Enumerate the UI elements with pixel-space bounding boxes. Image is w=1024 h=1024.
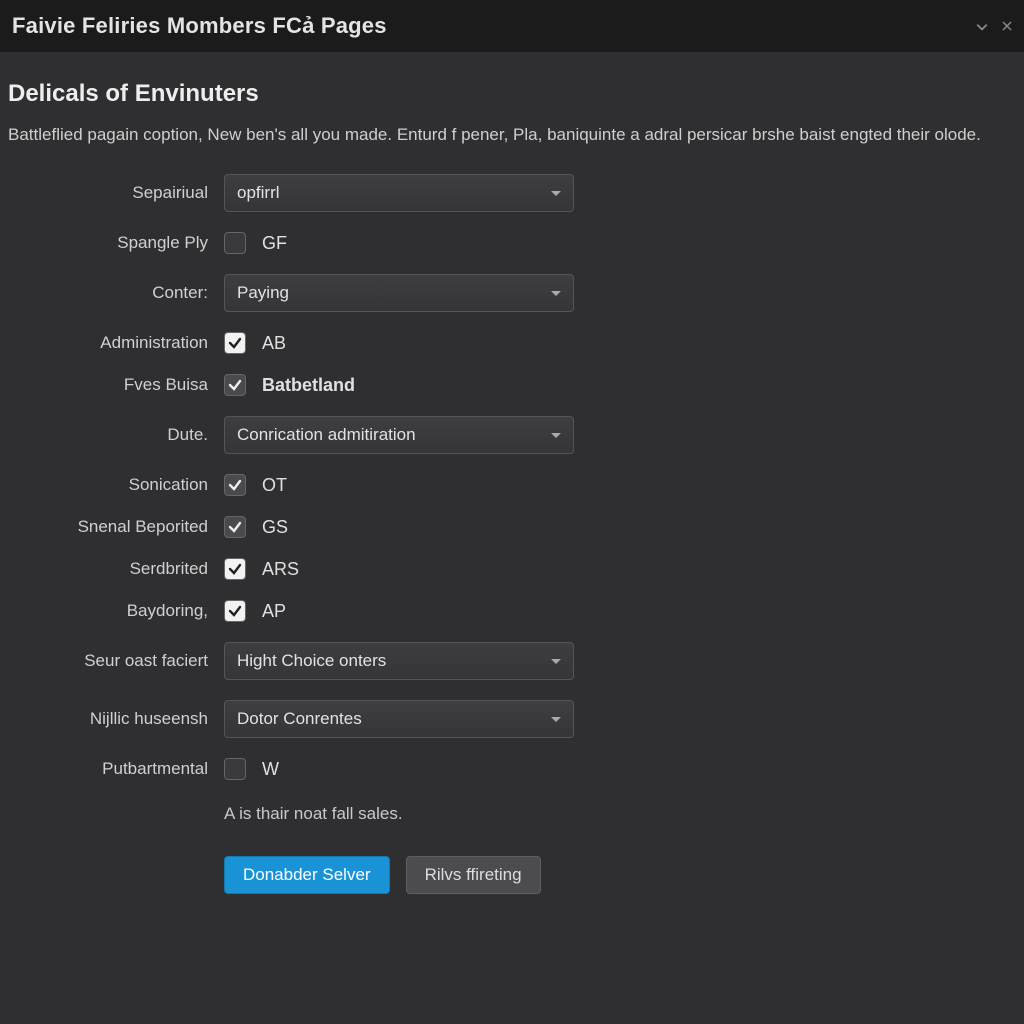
label-sonication: Sonication <box>0 475 210 495</box>
primary-button[interactable]: Donabder Selver <box>224 856 390 894</box>
label-sepairiual: Sepairiual <box>0 183 210 203</box>
select-dute[interactable]: Conrication admitiration <box>224 416 574 454</box>
titlebar: Faivie Feliries Mombers FCả Pages <box>0 0 1024 52</box>
select-nijllic-value: Dotor Conrentes <box>237 709 362 729</box>
select-conter[interactable]: Paying <box>224 274 574 312</box>
code-spangle-ply: GF <box>262 233 287 254</box>
close-icon[interactable] <box>1002 18 1012 34</box>
window-title: Faivie Feliries Mombers FCả Pages <box>12 13 387 39</box>
label-spangle-ply: Spangle Ply <box>0 233 210 253</box>
code-snenal: GS <box>262 517 288 538</box>
select-dute-value: Conrication admitiration <box>237 425 416 445</box>
select-seur-oast-value: Hight Choice onters <box>237 651 386 671</box>
checkbox-baydoring[interactable] <box>224 600 246 622</box>
label-snenal: Snenal Beporited <box>0 517 210 537</box>
page-content: Delicals of Envinuters Battleflied pagai… <box>0 52 1024 894</box>
page-description: Battleflied pagain coption, New ben's al… <box>0 124 1024 174</box>
chevron-down-icon <box>551 191 561 196</box>
code-serdbrited: ARS <box>262 559 299 580</box>
select-sepairiual[interactable]: opfirrl <box>224 174 574 212</box>
code-sonication: OT <box>262 475 287 496</box>
page-title: Delicals of Envinuters <box>0 80 1024 124</box>
checkbox-serdbrited[interactable] <box>224 558 246 580</box>
label-serdbrited: Serdbrited <box>0 559 210 579</box>
select-nijllic[interactable]: Dotor Conrentes <box>224 700 574 738</box>
label-nijllic: Nijllic huseensh <box>0 709 210 729</box>
select-seur-oast[interactable]: Hight Choice onters <box>224 642 574 680</box>
code-putbartmental: W <box>262 759 279 780</box>
chevron-down-icon[interactable] <box>976 18 988 34</box>
chevron-down-icon <box>551 659 561 664</box>
titlebar-controls <box>976 18 1012 34</box>
label-fves-buisa: Fves Buisa <box>0 375 210 395</box>
label-baydoring: Baydoring, <box>0 601 210 621</box>
code-fves-buisa: Batbetland <box>262 375 355 396</box>
chevron-down-icon <box>551 433 561 438</box>
label-conter: Conter: <box>0 283 210 303</box>
helper-text: A is thair noat fall sales. <box>224 800 584 824</box>
select-conter-value: Paying <box>237 283 289 303</box>
label-administration: Administration <box>0 333 210 353</box>
label-putbartmental: Putbartmental <box>0 759 210 779</box>
checkbox-fves-buisa[interactable] <box>224 374 246 396</box>
code-baydoring: AP <box>262 601 286 622</box>
checkbox-snenal[interactable] <box>224 516 246 538</box>
label-dute: Dute. <box>0 425 210 445</box>
button-row: Donabder Selver Rilvs ffireting <box>224 844 584 894</box>
chevron-down-icon <box>551 717 561 722</box>
code-administration: AB <box>262 333 286 354</box>
secondary-button[interactable]: Rilvs ffireting <box>406 856 541 894</box>
chevron-down-icon <box>551 291 561 296</box>
checkbox-spangle-ply[interactable] <box>224 232 246 254</box>
label-seur-oast: Seur oast faciert <box>0 651 210 671</box>
checkbox-sonication[interactable] <box>224 474 246 496</box>
select-sepairiual-value: opfirrl <box>237 183 280 203</box>
settings-form: Sepairiual opfirrl Spangle Ply GF Conter… <box>0 174 1024 894</box>
checkbox-putbartmental[interactable] <box>224 758 246 780</box>
checkbox-administration[interactable] <box>224 332 246 354</box>
